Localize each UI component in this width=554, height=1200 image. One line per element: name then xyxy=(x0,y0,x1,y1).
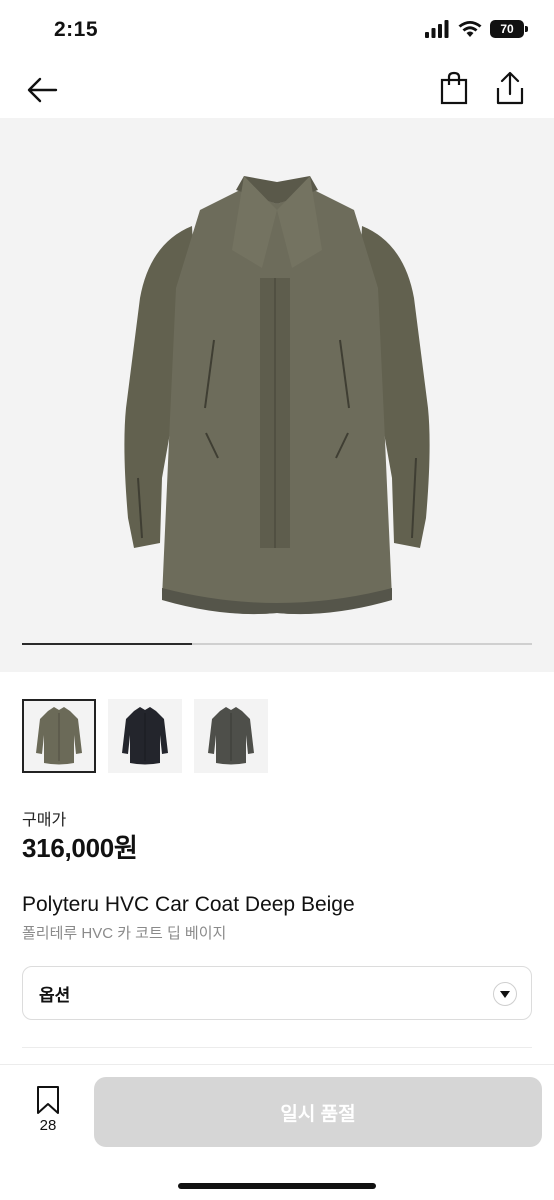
carousel-progress-fill xyxy=(22,643,192,645)
coat-image xyxy=(124,176,430,615)
option-label: 옵션 xyxy=(39,985,71,1005)
wifi-icon xyxy=(458,21,482,37)
thumbnail-deep-beige[interactable] xyxy=(22,699,96,773)
battery-icon: 70 xyxy=(490,20,528,38)
thumbnail-black[interactable] xyxy=(108,699,182,773)
carousel-progress xyxy=(22,643,532,645)
thumbnail-charcoal[interactable] xyxy=(194,699,268,773)
sold-out-button[interactable]: 일시 품절 xyxy=(94,1077,542,1147)
bottom-action-bar: 28 일시 품절 xyxy=(0,1064,554,1200)
option-dropdown[interactable]: 옵션 xyxy=(22,966,532,1020)
home-indicator xyxy=(178,1183,376,1189)
status-bar: 2:15 70 xyxy=(0,0,554,60)
product-title-en: Polyteru HVC Car Coat Deep Beige xyxy=(22,893,355,916)
bookmark-icon xyxy=(37,1086,59,1114)
status-time: 2:15 xyxy=(54,18,99,41)
bookmark-button[interactable]: 28 xyxy=(30,1085,66,1134)
divider xyxy=(22,1047,532,1048)
nav-bar xyxy=(0,60,554,118)
product-image-carousel[interactable] xyxy=(0,118,554,672)
shopping-bag-icon[interactable] xyxy=(438,70,470,106)
product-title-kr: 폴리테루 HVC 카 코트 딥 베이지 xyxy=(22,925,227,942)
bookmark-count: 28 xyxy=(39,1117,57,1134)
battery-level: 70 xyxy=(500,22,514,36)
signal-icon xyxy=(425,20,449,38)
chevron-down-icon xyxy=(493,982,517,1006)
status-icons: 70 xyxy=(424,20,528,38)
price-label: 구매가 xyxy=(22,812,67,829)
back-arrow-icon[interactable] xyxy=(24,72,60,108)
price: 316,000원 xyxy=(22,833,138,863)
share-icon[interactable] xyxy=(494,70,526,106)
thumbnail-list xyxy=(22,699,268,773)
